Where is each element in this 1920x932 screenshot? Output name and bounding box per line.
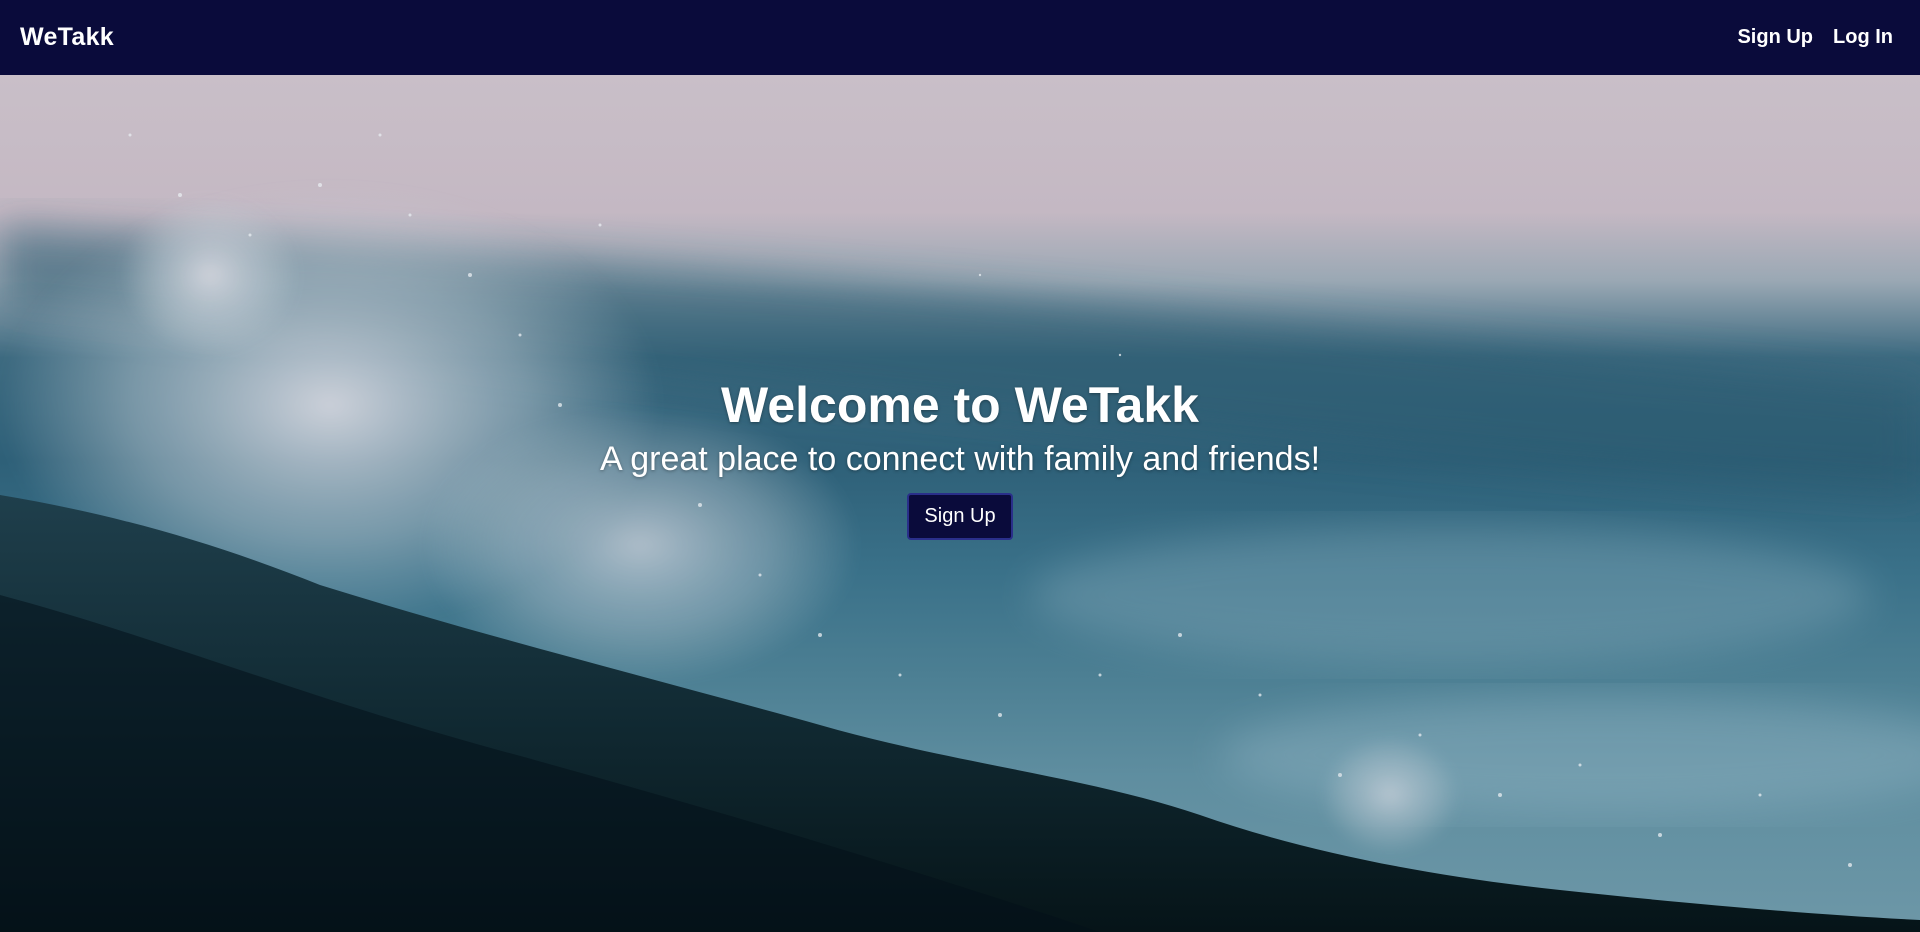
hero-content: Welcome to WeTakk A great place to conne…	[0, 375, 1920, 541]
top-navbar: WeTakk Sign Up Log In	[0, 0, 1920, 75]
nav-login-link[interactable]: Log In	[1833, 26, 1893, 49]
hero-signup-button[interactable]: Sign Up	[907, 493, 1013, 541]
nav-signup-link[interactable]: Sign Up	[1737, 26, 1813, 49]
hero-subtitle: A great place to connect with family and…	[599, 440, 1321, 478]
nav-links: Sign Up Log In	[1737, 26, 1893, 49]
hero-section: Welcome to WeTakk A great place to conne…	[0, 75, 1920, 932]
brand-logo-link[interactable]: WeTakk	[20, 23, 114, 52]
hero-title: Welcome to WeTakk	[721, 377, 1199, 433]
